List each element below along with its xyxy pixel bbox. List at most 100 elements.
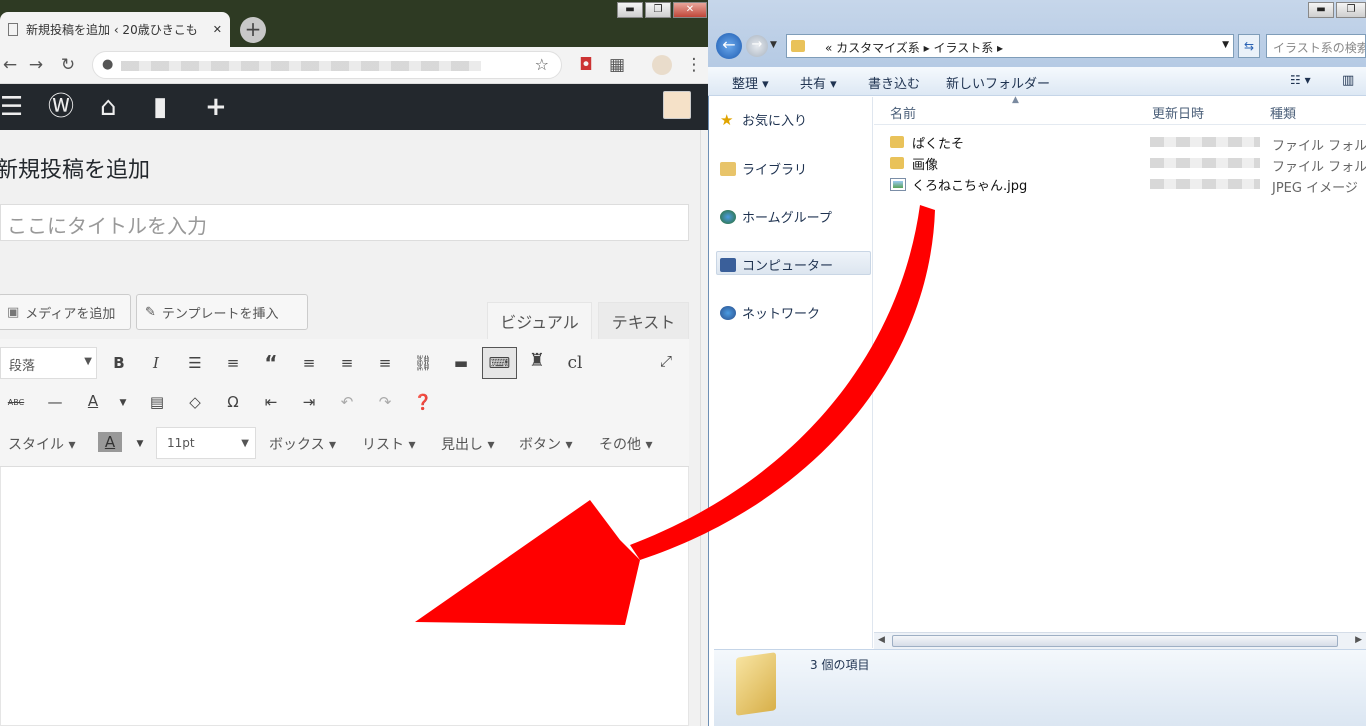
home-icon[interactable]: ⌂ (100, 92, 117, 122)
address-breadcrumb[interactable]: « カスタマイズ系 ▸ イラスト系 ▸ ▼ (786, 34, 1234, 58)
font-size-value: 11pt (167, 436, 195, 450)
align-right-icon[interactable]: ≡ (373, 353, 397, 373)
insert-template-button[interactable]: ✎ テンプレートを挿入 (136, 294, 308, 330)
other-dropdown[interactable]: その他 ▾ (599, 434, 652, 454)
bullet-list-icon[interactable]: ☰ (183, 353, 207, 373)
extension-icon[interactable]: ◘ (576, 55, 596, 75)
sort-arrow-icon: ▲ (1012, 95, 1019, 105)
nav-network[interactable]: ネットワーク (720, 303, 820, 322)
column-name[interactable]: 名前 (890, 103, 916, 122)
bookmark-star-icon[interactable]: ☆ (535, 55, 549, 74)
keyboard-icon[interactable]: ⌨ (482, 347, 517, 379)
back-button[interactable]: ← (716, 33, 742, 59)
preview-pane-icon[interactable]: ▥ (1342, 73, 1354, 88)
browser-scrollbar[interactable] (700, 130, 708, 726)
heading-dropdown[interactable]: 見出し ▾ (441, 434, 494, 454)
explorer-search-input[interactable]: イラスト系の検索 (1266, 34, 1366, 58)
cl-button[interactable]: cl (563, 353, 587, 373)
address-dropdown-icon[interactable]: ▼ (1222, 40, 1229, 50)
background-color-dropdown-icon[interactable]: ▼ (128, 434, 152, 454)
reload-icon[interactable]: ↻ (58, 55, 78, 75)
scrollbar-thumb[interactable] (892, 635, 1338, 647)
help-icon[interactable]: ❓ (411, 392, 435, 412)
refresh-icon[interactable]: ⇆ (1238, 34, 1260, 58)
fullscreen-icon[interactable]: ⤢ (654, 351, 678, 371)
explorer-minimize-button[interactable]: ▬ (1308, 2, 1334, 18)
new-tab-button[interactable]: + (240, 17, 266, 43)
menu-icon[interactable]: ☰ (0, 92, 23, 122)
column-modified[interactable]: 更新日時 (1152, 103, 1204, 122)
add-media-button[interactable]: ▣ メディアを追加 (0, 294, 131, 330)
special-char-icon[interactable]: Ω (221, 392, 245, 412)
nav-library[interactable]: ライブラリ (720, 159, 807, 178)
blockquote-icon[interactable]: “ (259, 353, 283, 373)
align-center-icon[interactable]: ≡ (335, 353, 359, 373)
clear-format-icon[interactable]: ◇ (183, 392, 207, 412)
undo-icon[interactable]: ↶ (335, 392, 359, 412)
bold-icon[interactable]: B (107, 353, 131, 373)
burn-button[interactable]: 書き込む (868, 73, 920, 92)
forward-icon[interactable]: → (26, 55, 46, 75)
organize-button[interactable]: 整理 ▾ (732, 73, 769, 92)
link-icon[interactable]: ⛓ (411, 353, 435, 373)
post-title-input[interactable]: ここにタイトルを入力 (0, 204, 689, 241)
share-button[interactable]: 共有 ▾ (800, 73, 837, 92)
nav-homegroup[interactable]: ホームグループ (720, 207, 832, 226)
forward-button[interactable]: → (746, 35, 768, 57)
align-left-icon[interactable]: ≡ (297, 353, 321, 373)
outdent-icon[interactable]: ⇤ (259, 392, 283, 412)
address-bar[interactable]: ● ☆ (92, 51, 562, 79)
column-type[interactable]: 種類 (1270, 103, 1296, 122)
tab-visual[interactable]: ビジュアル (487, 302, 592, 339)
plus-icon[interactable]: + (205, 92, 227, 122)
scroll-left-icon[interactable]: ◀ (878, 635, 885, 645)
nav-favorites[interactable]: ★ お気に入り (720, 110, 807, 129)
folder-icon (890, 136, 904, 148)
modified-date-blurred (1150, 137, 1260, 147)
page-title: 新規投稿を追加 (0, 158, 151, 183)
text-color-dropdown-icon[interactable]: ▼ (111, 393, 135, 413)
text-color-icon[interactable]: A (81, 391, 105, 411)
list-dropdown[interactable]: リスト ▾ (362, 434, 415, 454)
new-folder-button[interactable]: 新しいフォルダー (946, 73, 1050, 92)
box-dropdown[interactable]: ボックス ▾ (269, 434, 336, 454)
file-row[interactable]: ぱくたそ (890, 132, 964, 152)
background-color-icon[interactable]: A (98, 432, 122, 452)
computer-icon (720, 257, 736, 272)
format-select-value: 段落 (9, 359, 36, 374)
file-row[interactable]: 画像 (890, 153, 938, 173)
font-size-select[interactable]: 11pt ▼ (156, 427, 256, 459)
profile-avatar[interactable] (652, 55, 672, 75)
tab-text[interactable]: テキスト (598, 302, 689, 339)
button-dropdown[interactable]: ボタン ▾ (519, 434, 572, 454)
user-avatar[interactable] (663, 91, 691, 119)
indent-icon[interactable]: ⇥ (297, 392, 321, 412)
comment-icon[interactable]: ▮ (153, 92, 167, 122)
format-select[interactable]: 段落 ▼ (0, 347, 97, 379)
horizontal-line-icon[interactable]: — (43, 392, 67, 412)
paste-text-icon[interactable]: ▤ (145, 392, 169, 412)
view-options-icon[interactable]: ☷ ▾ (1290, 73, 1311, 87)
back-icon[interactable]: ← (0, 55, 20, 75)
tab-title: 新規投稿を追加 ‹ 20歳ひきこも (26, 23, 198, 37)
scroll-right-icon[interactable]: ▶ (1355, 635, 1362, 645)
redo-icon[interactable]: ↷ (373, 392, 397, 412)
style-dropdown[interactable]: スタイル ▾ (8, 434, 75, 454)
strikethrough-icon[interactable]: ABC (4, 393, 28, 413)
file-row[interactable]: くろねこちゃん.jpg (890, 174, 1027, 194)
tab-close-icon[interactable]: ✕ (213, 23, 222, 36)
numbered-list-icon[interactable]: ≡ (221, 353, 245, 373)
wordpress-icon[interactable]: Ⓦ (48, 92, 74, 122)
history-dropdown-icon[interactable]: ▼ (770, 40, 777, 50)
close-button[interactable]: ✕ (673, 2, 707, 18)
nav-computer[interactable]: コンピューター (720, 255, 833, 274)
chrome-menu-icon[interactable]: ⋮ (684, 55, 704, 75)
maximize-button[interactable]: ❐ (645, 2, 671, 18)
minimize-button[interactable]: ▬ (617, 2, 643, 18)
browser-tab[interactable]: 新規投稿を追加 ‹ 20歳ひきこも ✕ (0, 12, 230, 47)
italic-icon[interactable]: I (144, 353, 168, 373)
translate-extension-icon[interactable]: ▦ (607, 55, 627, 75)
read-more-icon[interactable]: ▬ (449, 353, 473, 373)
spy-icon[interactable]: ♜ (525, 351, 549, 371)
explorer-maximize-button[interactable]: ❐ (1336, 2, 1366, 18)
